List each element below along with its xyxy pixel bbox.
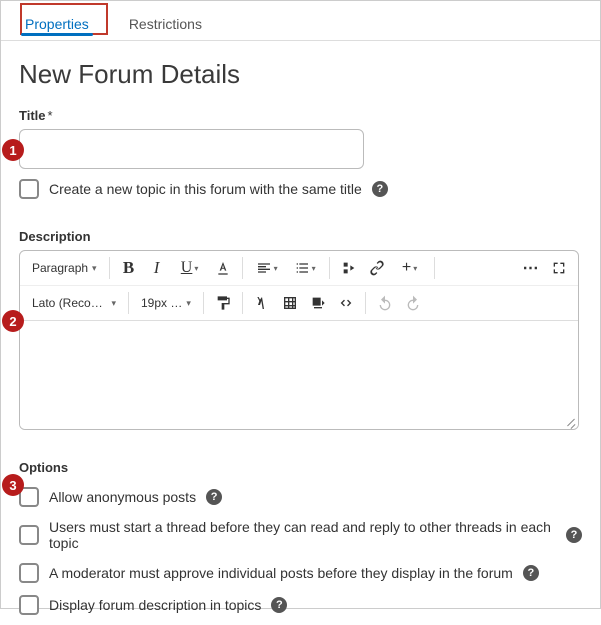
chevron-down-icon: ▾ — [92, 263, 97, 274]
accessibility-checker-button[interactable] — [305, 290, 331, 316]
chevron-down-icon: ▾ — [186, 298, 191, 309]
chevron-down-icon: ▾ — [111, 298, 116, 309]
form-content: New Forum Details Title* 1 Create a new … — [1, 41, 600, 625]
resize-handle[interactable] — [564, 415, 576, 427]
display-description-label: Display forum description in topics — [49, 597, 261, 613]
insert-link-button[interactable] — [364, 255, 390, 281]
more-actions-button[interactable]: ⋯ — [518, 255, 544, 281]
block-format-select[interactable]: Paragraph▾ — [26, 257, 103, 279]
bold-button[interactable]: B — [116, 255, 142, 281]
insert-table-button[interactable] — [277, 290, 303, 316]
moderator-approve-label: A moderator must approve individual post… — [49, 565, 513, 581]
redo-button[interactable] — [400, 290, 426, 316]
italic-button[interactable]: I — [144, 255, 170, 281]
allow-anonymous-label: Allow anonymous posts — [49, 489, 196, 505]
align-button[interactable]: ▾ — [249, 255, 285, 281]
rich-text-editor: Paragraph▾ B I U▾ ▾ ▾ +▾ ⋯ Lato (Recom…▾ — [19, 250, 579, 430]
help-icon[interactable]: ? — [566, 527, 582, 543]
font-size-select[interactable]: 19px …▾ — [135, 292, 197, 314]
undo-button[interactable] — [372, 290, 398, 316]
chevron-down-icon: ▾ — [312, 264, 316, 273]
source-code-button[interactable] — [333, 290, 359, 316]
editor-toolbar-row-2: Lato (Recom…▾ 19px …▾ — [20, 286, 578, 321]
underline-button[interactable]: U▾ — [172, 255, 208, 281]
options-label: Options — [19, 460, 582, 475]
tab-properties[interactable]: Properties — [9, 6, 105, 40]
format-painter-button[interactable] — [210, 290, 236, 316]
description-label: Description — [19, 229, 582, 244]
page-title: New Forum Details — [19, 59, 582, 90]
display-description-checkbox[interactable] — [19, 595, 39, 615]
must-start-thread-label: Users must start a thread before they ca… — [49, 519, 556, 551]
title-label: Title* — [19, 108, 582, 123]
fullscreen-button[interactable] — [546, 255, 572, 281]
allow-anonymous-checkbox[interactable] — [19, 487, 39, 507]
must-start-thread-checkbox[interactable] — [19, 525, 39, 545]
insert-media-button[interactable] — [336, 255, 362, 281]
chevron-down-icon: ▾ — [194, 264, 198, 273]
editor-toolbar-row-1: Paragraph▾ B I U▾ ▾ ▾ +▾ ⋯ — [20, 251, 578, 286]
moderator-approve-checkbox[interactable] — [19, 563, 39, 583]
create-topic-checkbox[interactable] — [19, 179, 39, 199]
chevron-down-icon: ▾ — [413, 264, 417, 273]
help-icon[interactable]: ? — [271, 597, 287, 613]
options-list: Allow anonymous posts ? Users must start… — [19, 487, 582, 615]
chevron-down-icon: ▾ — [274, 264, 278, 273]
help-icon[interactable]: ? — [206, 489, 222, 505]
font-family-select[interactable]: Lato (Recom…▾ — [26, 292, 122, 314]
help-icon[interactable]: ? — [372, 181, 388, 197]
title-input[interactable] — [19, 129, 364, 169]
equation-button[interactable] — [249, 290, 275, 316]
description-textarea[interactable] — [20, 321, 578, 429]
help-icon[interactable]: ? — [523, 565, 539, 581]
tab-bar: Properties Restrictions — [1, 1, 600, 41]
insert-more-button[interactable]: +▾ — [392, 255, 428, 281]
tab-restrictions[interactable]: Restrictions — [113, 6, 218, 40]
text-color-button[interactable] — [210, 255, 236, 281]
list-button[interactable]: ▾ — [287, 255, 323, 281]
create-topic-label: Create a new topic in this forum with th… — [49, 181, 362, 197]
